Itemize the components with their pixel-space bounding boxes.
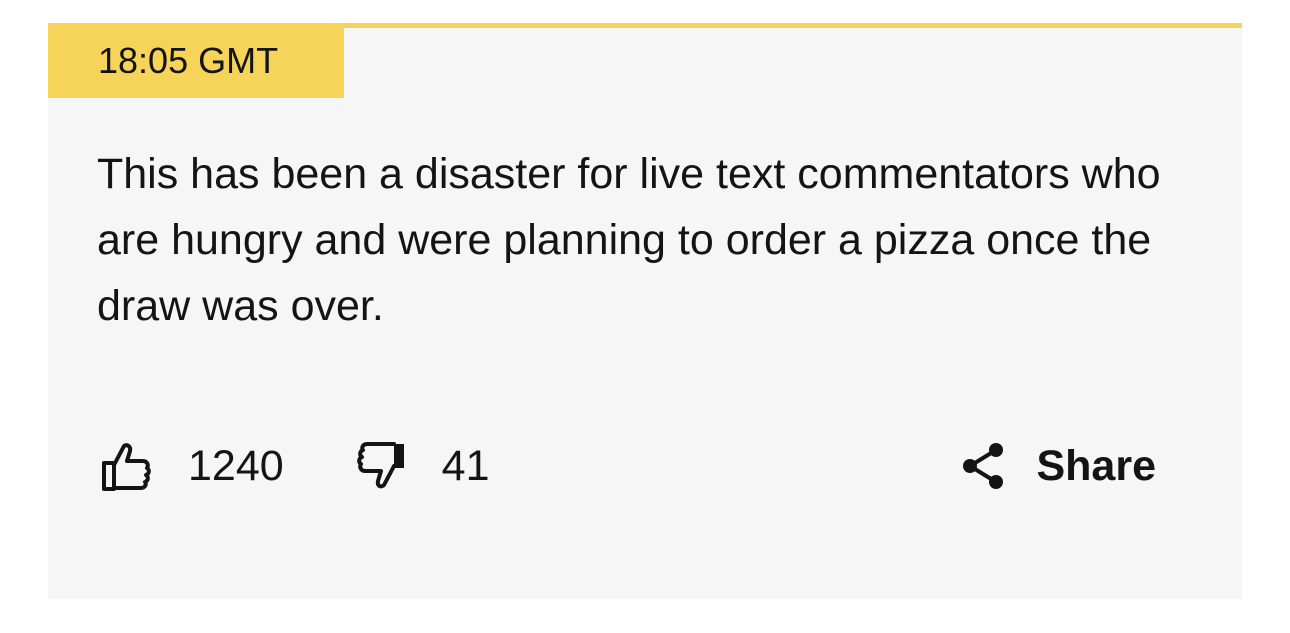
post-body: This has been a disaster for live text c… — [97, 150, 1161, 330]
thumbs-down-icon — [356, 440, 408, 492]
dislike-button[interactable]: 41 — [356, 436, 490, 496]
share-label: Share — [1036, 442, 1156, 490]
like-count: 1240 — [188, 442, 284, 490]
dislike-count: 41 — [441, 442, 490, 490]
timestamp: 18:05 GMT — [98, 40, 279, 81]
reaction-bar: 1240 41 — [100, 436, 490, 496]
share-button[interactable]: Share — [960, 436, 1156, 496]
share-icon — [960, 441, 1036, 491]
live-post-card: 18:05 GMT This has been a disaster for l… — [48, 23, 1242, 599]
timestamp-badge: 18:05 GMT — [48, 28, 344, 98]
like-button[interactable]: 1240 — [100, 436, 284, 496]
thumbs-up-icon — [100, 440, 152, 492]
